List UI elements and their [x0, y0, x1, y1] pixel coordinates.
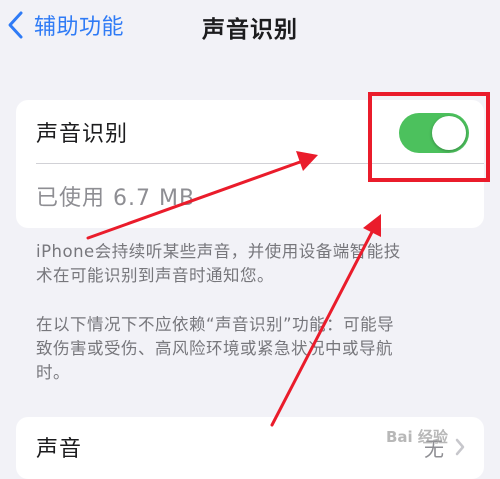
- warning-line: 时。: [36, 363, 70, 382]
- warning-line: 致伤害或受伤、高风险环境或紧急状况中或导航: [36, 339, 393, 358]
- navigation-bar: 辅助功能 声音识别: [0, 0, 500, 60]
- sound-recognition-label: 声音识别: [36, 122, 129, 147]
- watermark: Bai 经验: [386, 428, 448, 446]
- chevron-right-icon: [455, 438, 465, 456]
- sounds-label: 声音: [36, 437, 83, 462]
- page-title: 声音识别: [202, 17, 298, 43]
- description-line: iPhone会持续听某些声音，并使用设备端智能技: [36, 242, 401, 261]
- highlight-box: [368, 92, 490, 182]
- warning-text: 在以下情况下不应依赖“声音识别”功能：可能导 致伤害或受伤、高风险环境或紧急状况…: [36, 313, 476, 385]
- annotation-arrows: [86, 151, 381, 427]
- description-text: iPhone会持续听某些声音，并使用设备端智能技 术在可能识别到声音时通知您。: [36, 240, 476, 288]
- warning-line: 在以下情况下不应依赖“声音识别”功能：可能导: [36, 315, 395, 334]
- storage-used-label: 已使用 6.7 MB: [36, 186, 196, 211]
- description-line: 术在可能识别到声音时通知您。: [36, 266, 274, 285]
